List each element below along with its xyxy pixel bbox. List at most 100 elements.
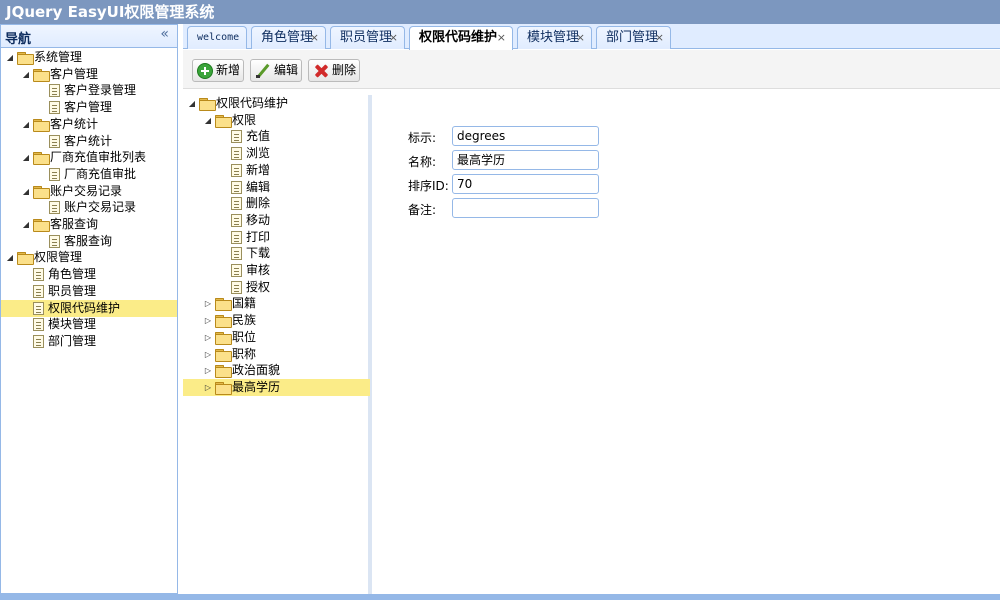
expanded-toggle-icon[interactable]: ◢ xyxy=(20,183,32,200)
tree-node[interactable]: 编辑 xyxy=(183,179,370,196)
tab-item[interactable]: 权限代码维护 × xyxy=(409,26,513,50)
folder-icon xyxy=(215,381,232,395)
close-icon[interactable]: × xyxy=(576,27,585,49)
folder-icon xyxy=(215,114,232,128)
tab-item[interactable]: 模块管理 × xyxy=(517,26,592,49)
tree-node[interactable]: 客户管理 xyxy=(1,99,177,116)
tree-node[interactable]: ◢ 客户统计 xyxy=(1,116,177,133)
tree-node[interactable]: 角色管理 xyxy=(1,266,177,283)
expanded-toggle-icon[interactable]: ◢ xyxy=(186,95,198,112)
tree-node[interactable]: ▷ 政治面貌 xyxy=(183,362,370,379)
tree-node[interactable]: ◢ 账户交易记录 xyxy=(1,183,177,200)
tree-node[interactable]: ▷ 职位 xyxy=(183,329,370,346)
tree-node-label: 最高学历 xyxy=(232,379,281,394)
tree-node[interactable]: ▷ 民族 xyxy=(183,312,370,329)
folder-icon xyxy=(199,98,216,111)
tree-node[interactable]: ◢ 客服查询 xyxy=(1,216,177,233)
tab-item[interactable]: 部门管理 × xyxy=(596,26,671,49)
expanded-toggle-icon[interactable]: ◢ xyxy=(20,116,32,133)
add-button[interactable]: 新增 xyxy=(192,59,244,82)
tree-node[interactable]: ▷ 职称 xyxy=(183,346,370,363)
tree-node-label: 下载 xyxy=(246,246,271,261)
expanded-toggle-icon[interactable]: ◢ xyxy=(4,249,16,266)
tree-node[interactable]: 新增 xyxy=(183,162,370,179)
tree-node[interactable]: ◢ 客户管理 xyxy=(1,66,177,83)
tree-node-label: 编辑 xyxy=(246,179,271,194)
close-icon[interactable]: × xyxy=(310,27,319,49)
close-icon[interactable]: × xyxy=(389,27,398,49)
tree-node[interactable]: 充值 xyxy=(183,128,370,145)
close-icon[interactable]: × xyxy=(655,27,664,49)
tree-node[interactable]: 职员管理 xyxy=(1,283,177,300)
tree-node[interactable]: 模块管理 xyxy=(1,316,177,333)
sort-input[interactable]: 70 xyxy=(452,174,599,194)
delete-button[interactable]: 删除 xyxy=(308,59,360,82)
tab-item[interactable]: 角色管理 × xyxy=(251,26,326,49)
collapsed-toggle-icon[interactable]: ▷ xyxy=(202,312,214,329)
tree-node[interactable]: 下载 xyxy=(183,245,370,262)
tree-node[interactable]: ▷ 最高学历 xyxy=(183,378,370,396)
expanded-toggle-icon[interactable]: ◢ xyxy=(4,49,16,66)
file-icon xyxy=(33,268,44,282)
folder-icon xyxy=(33,219,50,232)
expanded-toggle-icon[interactable]: ◢ xyxy=(20,216,32,233)
tree-node[interactable]: 账户交易记录 xyxy=(1,199,177,216)
tree-node-label: 客户统计 xyxy=(50,116,99,131)
double-chevron-left-icon[interactable]: « xyxy=(160,26,169,42)
folder-icon xyxy=(215,298,232,312)
tree-node[interactable]: 浏览 xyxy=(183,145,370,162)
tree-node[interactable]: 审核 xyxy=(183,262,370,279)
tree-node-label: 授权 xyxy=(246,279,271,294)
tree-node[interactable]: 授权 xyxy=(183,279,370,296)
collapsed-toggle-icon[interactable]: ▷ xyxy=(202,362,214,379)
id-input[interactable]: degrees xyxy=(452,126,599,146)
tab-label: 模块管理 xyxy=(527,30,580,45)
tree-node-label: 厂商充值审批列表 xyxy=(50,150,147,165)
tree-node[interactable]: ◢ 厂商充值审批列表 xyxy=(1,149,177,166)
tree-node-label: 客服查询 xyxy=(64,233,113,248)
collapsed-toggle-icon[interactable]: ▷ xyxy=(202,379,214,396)
tree-node[interactable]: 部门管理 xyxy=(1,333,177,350)
tree-node[interactable]: 删除 xyxy=(183,195,370,212)
tree-node[interactable]: ◢ 权限管理 xyxy=(1,249,177,266)
tree-node[interactable]: 打印 xyxy=(183,229,370,246)
tab-item[interactable]: 职员管理 × xyxy=(330,26,405,49)
tree-node[interactable]: 权限代码维护 xyxy=(1,299,177,317)
name-label: 名称: xyxy=(408,155,437,169)
collapsed-toggle-icon[interactable]: ▷ xyxy=(202,329,214,346)
tree-node[interactable]: ◢ 权限 xyxy=(183,112,370,129)
tree-node[interactable]: ◢ 系统管理 xyxy=(1,49,177,66)
folder-icon xyxy=(215,315,232,329)
add-icon xyxy=(197,63,213,79)
folder-icon xyxy=(33,152,50,166)
name-input[interactable]: 最高学历 xyxy=(452,150,599,170)
file-icon xyxy=(231,180,242,194)
detail-form: 标示: degrees 名称: 最高学历 排序ID: 70 备注: xyxy=(376,95,1000,594)
expanded-toggle-icon[interactable]: ◢ xyxy=(20,66,32,83)
tree-node[interactable]: 移动 xyxy=(183,212,370,229)
tree-node[interactable]: 客户登录管理 xyxy=(1,82,177,99)
expanded-toggle-icon[interactable]: ◢ xyxy=(20,149,32,166)
close-icon[interactable]: × xyxy=(497,27,506,49)
tree-node[interactable]: ▷ 国籍 xyxy=(183,295,370,312)
edit-button[interactable]: 编辑 xyxy=(250,59,302,82)
tree-node-label: 职称 xyxy=(232,346,257,361)
tree-node-label: 充值 xyxy=(246,129,271,144)
tree-node[interactable]: ◢ 权限代码维护 xyxy=(183,95,370,112)
file-icon xyxy=(231,197,242,211)
tree-node[interactable]: 客服查询 xyxy=(1,233,177,250)
delete-icon xyxy=(313,63,329,79)
tree-node-label: 职位 xyxy=(232,329,257,344)
file-icon xyxy=(33,318,44,332)
expanded-toggle-icon[interactable]: ◢ xyxy=(202,112,214,129)
tab-item[interactable]: welcome xyxy=(187,26,247,49)
tree-node[interactable]: 客户统计 xyxy=(1,133,177,150)
file-icon xyxy=(33,284,44,298)
tree-node[interactable]: 厂商充值审批 xyxy=(1,166,177,183)
remark-input[interactable] xyxy=(452,198,599,218)
tree-node-label: 删除 xyxy=(246,196,271,211)
collapsed-toggle-icon[interactable]: ▷ xyxy=(202,295,214,312)
collapsed-toggle-icon[interactable]: ▷ xyxy=(202,346,214,363)
file-icon xyxy=(231,130,242,144)
tree-node-label: 移动 xyxy=(246,212,271,227)
